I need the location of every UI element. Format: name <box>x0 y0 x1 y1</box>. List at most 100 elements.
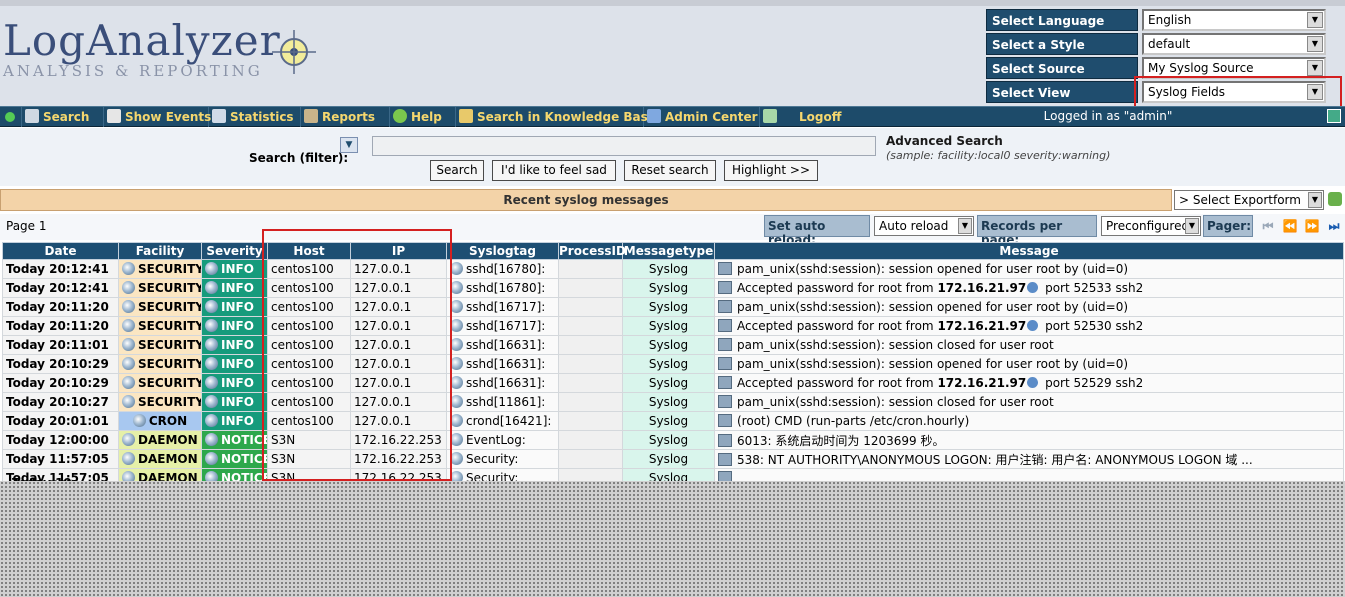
cell-date[interactable]: Today 20:11:20 <box>2 297 119 317</box>
cell-severity[interactable]: INFO <box>201 335 268 355</box>
search-options-dropdown[interactable]: ▼ <box>340 137 358 153</box>
nav-knowledge-base[interactable]: Search in Knowledge Base <box>456 107 656 127</box>
cell-date[interactable]: Today 20:10:29 <box>2 354 119 374</box>
cell-date[interactable]: Today 20:11:20 <box>2 316 119 336</box>
cell-facility[interactable]: DAEMON <box>118 430 202 450</box>
cell-severity[interactable]: INFO <box>201 278 268 298</box>
cell-facility[interactable]: SECURITY <box>118 278 202 298</box>
cell-syslogtag[interactable]: sshd[16780]: <box>446 259 559 279</box>
message-text[interactable]: pam_unix(sshd:session): session opened f… <box>737 357 1128 371</box>
message-details-icon[interactable] <box>718 357 732 370</box>
nav-admin-center[interactable]: Admin Center <box>644 107 760 127</box>
message-text[interactable]: (root) CMD (run-parts /etc/cron.hourly) <box>737 414 969 428</box>
cell-severity[interactable]: NOTICE <box>201 430 268 450</box>
cell-severity[interactable]: INFO <box>201 297 268 317</box>
cell-messagetype[interactable]: Syslog <box>622 354 715 374</box>
cell-messagetype[interactable]: Syslog <box>622 316 715 336</box>
message-details-icon[interactable] <box>718 376 732 389</box>
cell-date[interactable]: Today 11:57:05 <box>2 449 119 469</box>
message-ip-link[interactable]: 172.16.21.97 <box>937 376 1026 390</box>
nav-logoff[interactable]: Logoff <box>760 107 846 127</box>
message-ip-link[interactable]: 172.16.21.97 <box>937 281 1026 295</box>
ip-lookup-icon[interactable] <box>1027 320 1039 331</box>
cell-date[interactable]: Today 20:10:29 <box>2 373 119 393</box>
message-text[interactable]: pam_unix(sshd:session): session opened f… <box>737 262 1128 276</box>
cell-severity[interactable]: INFO <box>201 316 268 336</box>
records-per-page-select[interactable]: Preconfigured ▼ <box>1101 216 1201 236</box>
search-button[interactable]: Search <box>430 160 484 181</box>
cell-severity[interactable]: INFO <box>201 354 268 374</box>
cell-date[interactable]: Today 20:12:41 <box>2 259 119 279</box>
nav-show-events[interactable]: Show Events <box>104 107 211 127</box>
cell-syslogtag[interactable]: crond[16421]: <box>446 411 559 431</box>
message-text[interactable]: Accepted password for root from <box>737 281 937 295</box>
cell-facility[interactable]: SECURITY <box>118 392 202 412</box>
cell-processid[interactable] <box>558 316 623 336</box>
cell-facility[interactable]: DAEMON <box>118 449 202 469</box>
cell-severity[interactable]: NOTICE <box>201 449 268 469</box>
message-details-icon[interactable] <box>718 433 732 447</box>
cell-processid[interactable] <box>558 335 623 355</box>
export-format-select[interactable]: > Select Exportform ▼ <box>1174 190 1324 210</box>
ip-lookup-icon[interactable] <box>1027 377 1039 388</box>
cell-processid[interactable] <box>558 259 623 279</box>
cell-date[interactable]: Today 20:11:01 <box>2 335 119 355</box>
message-text[interactable]: pam_unix(sshd:session): session closed f… <box>737 338 1054 352</box>
cell-processid[interactable] <box>558 297 623 317</box>
reset-search-button[interactable]: Reset search <box>624 160 716 181</box>
highlight-button[interactable]: Highlight >> <box>724 160 818 181</box>
style-select[interactable]: default ▼ <box>1142 33 1326 55</box>
message-text[interactable]: Accepted password for root from <box>737 376 937 390</box>
cell-messagetype[interactable]: Syslog <box>622 430 715 450</box>
cell-processid[interactable] <box>558 392 623 412</box>
language-select[interactable]: English ▼ <box>1142 9 1326 31</box>
nav-help[interactable]: Help <box>390 107 456 127</box>
column-header-facility[interactable]: Facility <box>118 242 202 260</box>
nav-statistics[interactable]: Statistics <box>209 107 301 127</box>
column-header-date[interactable]: Date <box>2 242 119 260</box>
cell-processid[interactable] <box>558 411 623 431</box>
cell-messagetype[interactable]: Syslog <box>622 335 715 355</box>
message-details-icon[interactable] <box>718 300 732 313</box>
message-text[interactable]: 538: NT AUTHORITY\ANONYMOUS LOGON: 用户注销:… <box>737 453 1253 467</box>
cell-facility[interactable]: SECURITY <box>118 316 202 336</box>
message-text[interactable]: pam_unix(sshd:session): session opened f… <box>737 300 1128 314</box>
nav-search[interactable]: Search <box>22 107 104 127</box>
cell-syslogtag[interactable]: sshd[16631]: <box>446 354 559 374</box>
cell-processid[interactable] <box>558 373 623 393</box>
message-details-icon[interactable] <box>718 281 732 294</box>
message-text[interactable]: 6013: 系统启动时间为 1203699 秒。 <box>737 434 944 448</box>
cell-messagetype[interactable]: Syslog <box>622 259 715 279</box>
cell-severity[interactable]: INFO <box>201 373 268 393</box>
message-text[interactable]: pam_unix(sshd:session): session closed f… <box>737 395 1054 409</box>
auto-reload-select[interactable]: Auto reload ▼ <box>874 216 974 236</box>
export-icon[interactable] <box>1328 192 1342 206</box>
cell-syslogtag[interactable]: Security: <box>446 449 559 469</box>
previous-page-icon[interactable]: ⏪ <box>1282 218 1298 234</box>
cell-syslogtag[interactable]: sshd[11861]: <box>446 392 559 412</box>
next-page-icon[interactable]: ⏩ <box>1304 218 1320 234</box>
cell-messagetype[interactable]: Syslog <box>622 449 715 469</box>
cell-date[interactable]: Today 20:10:27 <box>2 392 119 412</box>
message-details-icon[interactable] <box>718 414 732 427</box>
first-page-icon[interactable]: ⏮ <box>1260 218 1276 234</box>
cell-syslogtag[interactable]: sshd[16631]: <box>446 373 559 393</box>
cell-processid[interactable] <box>558 430 623 450</box>
message-ip-link[interactable]: 172.16.21.97 <box>937 319 1026 333</box>
column-header-messagetype[interactable]: Messagetype <box>622 242 715 260</box>
message-text[interactable]: Accepted password for root from <box>737 319 937 333</box>
cell-facility[interactable]: SECURITY <box>118 373 202 393</box>
cell-severity[interactable]: INFO <box>201 392 268 412</box>
cell-processid[interactable] <box>558 278 623 298</box>
message-details-icon[interactable] <box>718 338 732 351</box>
column-header-severity[interactable]: Severity <box>201 242 268 260</box>
cell-messagetype[interactable]: Syslog <box>622 297 715 317</box>
cell-facility[interactable]: CRON <box>118 411 202 431</box>
cell-syslogtag[interactable]: sshd[16631]: <box>446 335 559 355</box>
cell-date[interactable]: Today 20:12:41 <box>2 278 119 298</box>
last-page-icon[interactable]: ⏭ <box>1326 218 1342 234</box>
column-header-syslogtag[interactable]: Syslogtag <box>446 242 559 260</box>
cell-messagetype[interactable]: Syslog <box>622 278 715 298</box>
message-details-icon[interactable] <box>718 262 732 275</box>
advanced-search-link[interactable]: Advanced Search <box>886 134 1003 148</box>
